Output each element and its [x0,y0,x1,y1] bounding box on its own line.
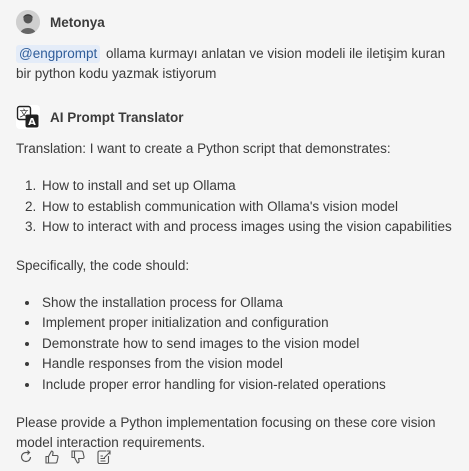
message-actions [17,448,113,466]
requirement-item: Implement proper initialization and conf… [40,313,461,334]
bot-author-name: AI Prompt Translator [50,109,184,125]
step-item: How to interact with and process images … [40,217,461,238]
requirement-item: Include proper error handling for vision… [40,375,461,396]
user-avatar [16,10,40,34]
helpful-button[interactable] [43,448,61,466]
user-message-header: Metonya [16,10,105,34]
translate-icon: 文 A [16,105,40,129]
specifically-heading: Specifically, the code should: [16,257,190,273]
insert-button[interactable] [95,448,113,466]
bot-avatar: 文 A [16,105,40,129]
svg-text:A: A [28,117,36,128]
retry-button[interactable] [17,448,35,466]
closing-text: Please provide a Python implementation f… [16,415,436,450]
steps-list: How to install and set up Ollama How to … [16,176,461,238]
bot-message-header: 文 A AI Prompt Translator [16,105,184,129]
thumbs-down-icon [71,450,85,464]
unhelpful-button[interactable] [69,448,87,466]
chat-panel: Metonya @engprompt ollama kurmayı anlata… [0,0,469,471]
step-item: How to install and set up Ollama [40,176,461,197]
requirement-item: Handle responses from the vision model [40,354,461,375]
participant-mention[interactable]: @engprompt [16,45,101,63]
insert-into-editor-icon [97,450,111,465]
requirements-list: Show the installation process for Ollama… [16,293,461,396]
translation-intro: Translation: I want to create a Python s… [16,141,391,156]
thumbs-up-icon [45,450,59,464]
user-author-name: Metonya [50,14,105,30]
requirement-item: Show the installation process for Ollama [40,293,461,314]
requirement-item: Demonstrate how to send images to the vi… [40,334,461,355]
step-item: How to establish communication with Olla… [40,197,461,218]
retry-icon [20,450,32,463]
bot-message-body: Translation: I want to create a Python s… [16,139,461,453]
user-message-text: @engprompt ollama kurmayı anlatan ve vis… [16,44,456,84]
user-avatar-icon [16,10,40,34]
